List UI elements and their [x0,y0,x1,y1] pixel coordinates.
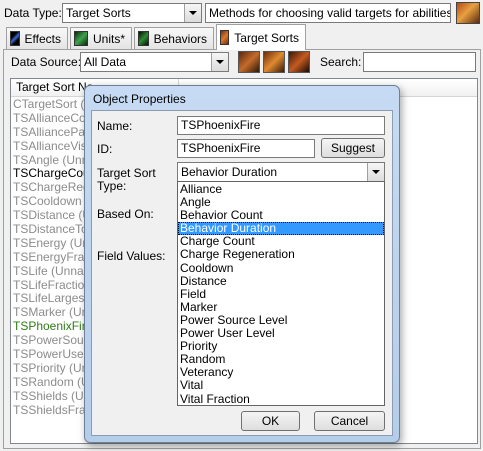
type-label-line1: Target Sort [97,166,156,180]
id-field[interactable]: TSPhoenixFire [177,139,315,158]
field-values-label: Field Values: [97,249,166,263]
filter-icon-3[interactable] [288,51,310,73]
tab-behaviors-label: Behaviors [153,31,207,46]
filter-icon-2[interactable] [263,51,285,73]
type-option[interactable]: Distance [178,274,384,288]
ok-button[interactable]: OK [241,411,300,431]
dialog-title: Object Properties [93,92,186,106]
data-source-dropdown[interactable]: All Data [80,52,229,72]
type-option[interactable]: Field [178,287,384,301]
name-field[interactable]: TSPhoenixFire [177,116,385,135]
type-option[interactable]: Charge Regeneration [178,248,384,261]
type-label-line2: Type: [97,179,127,193]
chevron-down-icon[interactable] [367,163,384,181]
tab-target-sorts-label: Target Sorts [234,30,299,45]
tab-units[interactable]: Units* [70,27,132,49]
behaviors-icon [138,31,149,46]
type-option[interactable]: Vital Fraction [178,392,384,405]
search-label: Search: [320,55,362,69]
target-sort-type-list: Alliance Angle Behavior Count Behavior Dura… [177,181,385,406]
description-text: Methods for choosing valid targets for a… [209,6,451,20]
data-type-description: Methods for choosing valid targets for a… [205,3,451,23]
data-type-icon[interactable] [456,2,480,24]
target-sorts-icon [220,30,230,45]
target-sort-type-dropdown[interactable]: Behavior Duration [177,162,385,182]
id-label: ID: [97,142,113,156]
suggest-button[interactable]: Suggest [321,138,385,158]
tab-target-sorts[interactable]: Target Sorts [216,24,306,50]
type-option[interactable]: Marker [178,300,384,314]
type-selected-value: Behavior Duration [181,165,278,179]
data-type-value: Target Sorts [66,6,131,20]
data-source-label: Data Source: [11,55,82,69]
based-on-label: Based On: [97,207,154,221]
filter-icon-1[interactable] [238,51,260,73]
chevron-down-icon[interactable] [184,4,201,22]
data-source-value: All Data [84,55,127,69]
effects-icon [10,31,20,46]
tab-behaviors[interactable]: Behaviors [134,27,214,49]
search-input[interactable] [363,52,476,72]
type-option[interactable]: Veterancy [178,366,384,379]
type-option[interactable]: Cooldown [178,261,384,275]
chevron-down-icon[interactable] [211,53,228,71]
cancel-button[interactable]: Cancel [314,411,385,431]
data-type-label: Data Type: [4,6,62,20]
name-label: Name: [97,119,133,133]
tab-effects-label: Effects [24,31,61,46]
data-type-dropdown[interactable]: Target Sorts [62,3,202,23]
units-icon [74,31,88,46]
tab-effects[interactable]: Effects [6,27,68,49]
type-option[interactable]: Vital [178,379,384,392]
tab-units-label: Units* [92,31,125,46]
